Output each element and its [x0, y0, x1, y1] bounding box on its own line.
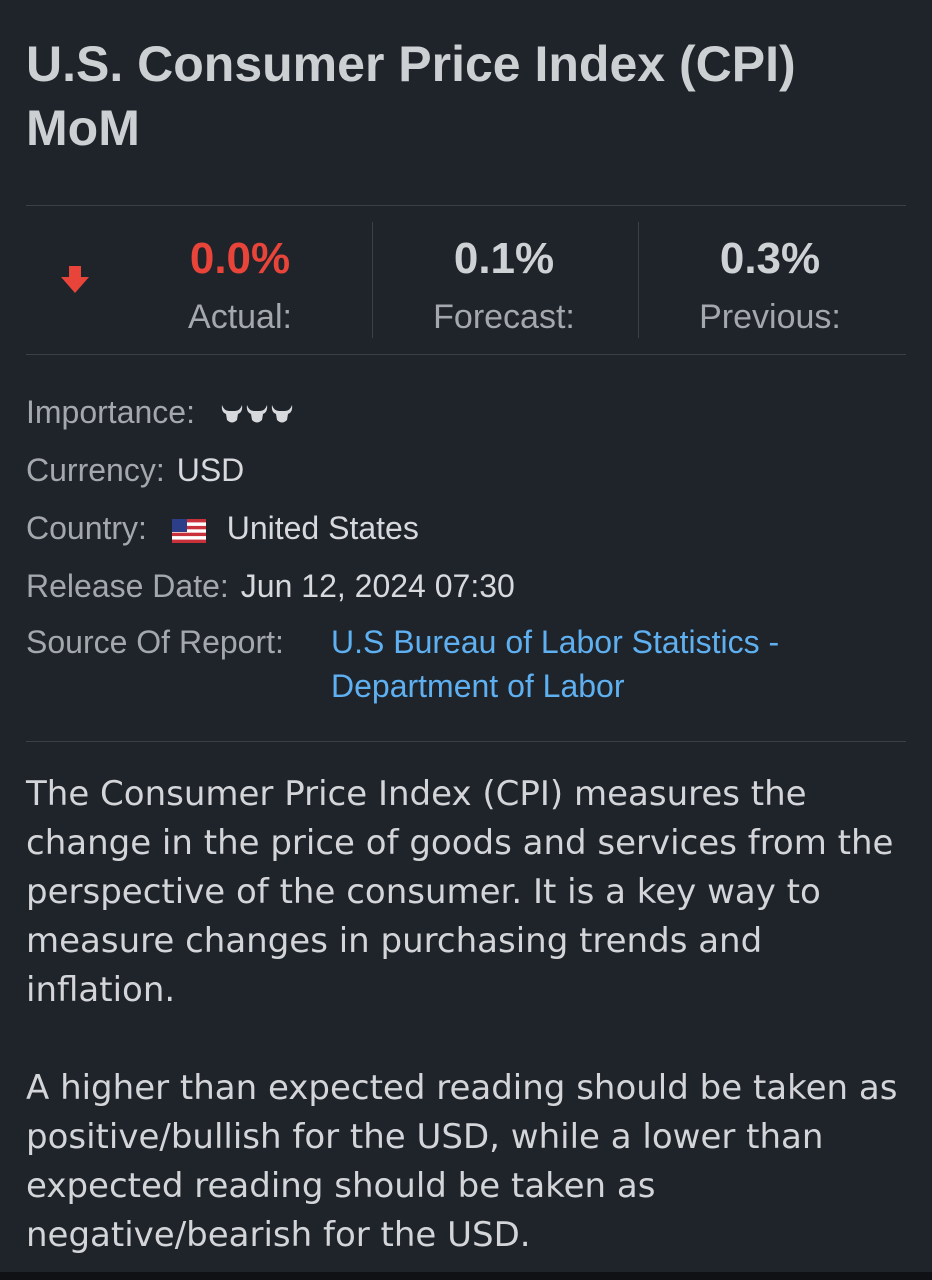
actual-stat: 0.0% Actual:	[158, 206, 322, 354]
source-link[interactable]: U.S Bureau of Labor Statistics - Departm…	[331, 620, 891, 708]
country-value: United States	[226, 510, 419, 546]
event-detail-page: U.S. Consumer Price Index (CPI) MoM 0.0%…	[0, 0, 932, 1280]
bottom-edge	[0, 1272, 932, 1280]
country-row: Country: United States	[26, 506, 419, 550]
description-paragraph: The Consumer Price Index (CPI) measures …	[26, 774, 894, 1010]
importance-label: Importance:	[26, 394, 195, 430]
country-label: Country:	[26, 510, 147, 546]
release-date-label: Release Date:	[26, 568, 229, 604]
divider	[26, 741, 906, 742]
forecast-label: Forecast:	[433, 298, 575, 336]
importance-row: Importance:	[26, 390, 296, 434]
release-date-value: Jun 12, 2024 07:30	[240, 568, 515, 604]
arrow-down-icon	[61, 266, 89, 293]
actual-value: 0.0%	[189, 234, 291, 283]
stat-divider	[638, 222, 639, 338]
release-date-row: Release Date: Jun 12, 2024 07:30	[26, 564, 515, 608]
source-label: Source Of Report:	[26, 624, 284, 660]
forecast-stat: 0.1% Forecast:	[422, 206, 586, 354]
currency-label: Currency:	[26, 452, 165, 488]
importance-rating	[220, 393, 296, 437]
previous-stat: 0.3% Previous:	[688, 206, 852, 354]
previous-value: 0.3%	[719, 234, 821, 283]
stats-row: 0.0% Actual: 0.1% Forecast: 0.3% Previou…	[26, 206, 906, 354]
actual-label: Actual:	[188, 298, 292, 336]
currency-value: USD	[176, 452, 245, 488]
us-flag-icon	[171, 518, 206, 543]
bull-icon	[221, 404, 293, 423]
stat-divider	[372, 222, 373, 338]
source-row: Source Of Report: U.S Bureau of Labor St…	[26, 620, 906, 704]
event-description: The Consumer Price Index (CPI) measures …	[26, 770, 906, 1260]
divider	[26, 354, 906, 355]
currency-row: Currency: USD	[26, 448, 244, 492]
previous-label: Previous:	[699, 298, 841, 336]
description-paragraph: A higher than expected reading should be…	[26, 1068, 898, 1255]
event-title: U.S. Consumer Price Index (CPI) MoM	[26, 36, 796, 156]
forecast-value: 0.1%	[453, 234, 555, 283]
